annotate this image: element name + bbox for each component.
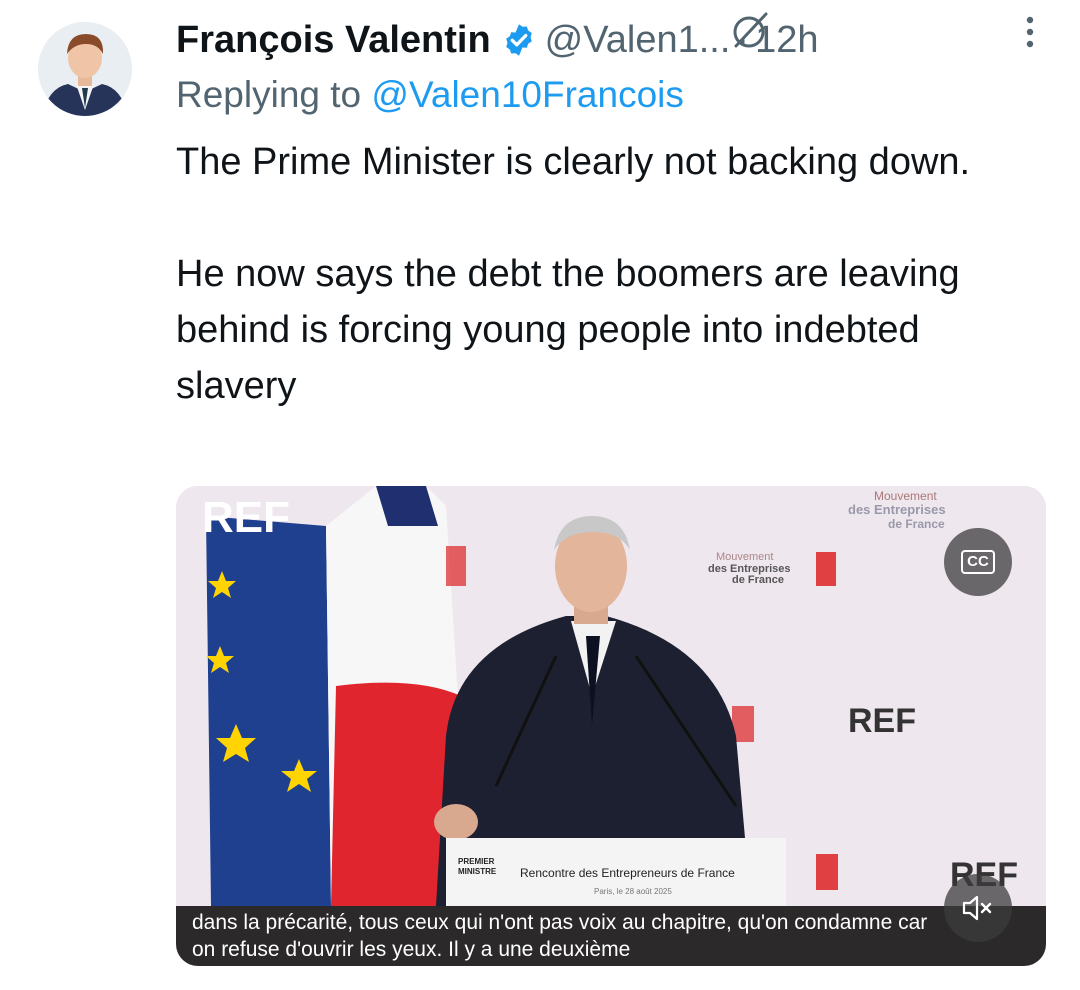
closed-captions-button[interactable]: CC	[944, 528, 1012, 596]
tweet-paragraph-1: The Prime Minister is clearly not backin…	[176, 141, 971, 183]
svg-text:Rencontre des Entrepreneurs de: Rencontre des Entrepreneurs de France	[520, 866, 735, 880]
reply-prefix: Replying to	[176, 74, 362, 115]
svg-text:MINISTRE: MINISTRE	[458, 867, 497, 876]
video-subtitles: dans la précarité, tous ceux qui n'ont p…	[176, 906, 1046, 966]
podium: PREMIER MINISTRE Rencontre des Entrepren…	[446, 838, 786, 906]
subtitle-line-1: dans la précarité, tous ceux qui n'ont p…	[192, 911, 928, 934]
eu-flag	[206, 516, 331, 906]
replying-to: Replying to @Valen10Francois	[176, 74, 684, 116]
video-player[interactable]: REF Mouvement des Entreprises de France …	[176, 486, 1046, 966]
grok-icon[interactable]	[728, 8, 772, 52]
svg-text:Mouvement: Mouvement	[716, 551, 773, 563]
video-frame: REF Mouvement des Entreprises de France …	[176, 486, 1046, 966]
ref-logo: REF	[202, 493, 290, 542]
author-name[interactable]: François Valentin	[176, 19, 491, 62]
svg-text:REF: REF	[848, 702, 916, 740]
subtitle-line-2: on refuse d'ouvrir les yeux. Il y a une …	[192, 938, 631, 961]
avatar-image	[38, 22, 132, 116]
tweet-paragraph-2: He now says the debt the boomers are lea…	[176, 253, 960, 407]
mute-button[interactable]	[944, 874, 1012, 942]
reply-mention-link[interactable]: @Valen10Francois	[371, 74, 683, 115]
avatar[interactable]	[38, 22, 132, 116]
svg-text:PREMIER: PREMIER	[458, 857, 495, 866]
author-handle[interactable]: @Valen1...	[545, 19, 731, 62]
svg-text:des Entreprises: des Entreprises	[848, 502, 946, 517]
mute-icon	[962, 895, 992, 921]
svg-text:de France: de France	[732, 574, 784, 586]
tweet-text: The Prime Minister is clearly not backin…	[176, 134, 1036, 414]
svg-text:Mouvement: Mouvement	[874, 489, 937, 503]
svg-text:Paris, le 28 août 2025: Paris, le 28 août 2025	[594, 887, 672, 896]
closed-captions-icon: CC	[961, 550, 995, 574]
verified-badge-icon	[505, 24, 532, 56]
svg-text:de France: de France	[888, 517, 945, 531]
more-options-icon[interactable]	[1020, 8, 1040, 52]
tweet-header: François Valentin @Valen1... · 12h	[176, 14, 1040, 66]
